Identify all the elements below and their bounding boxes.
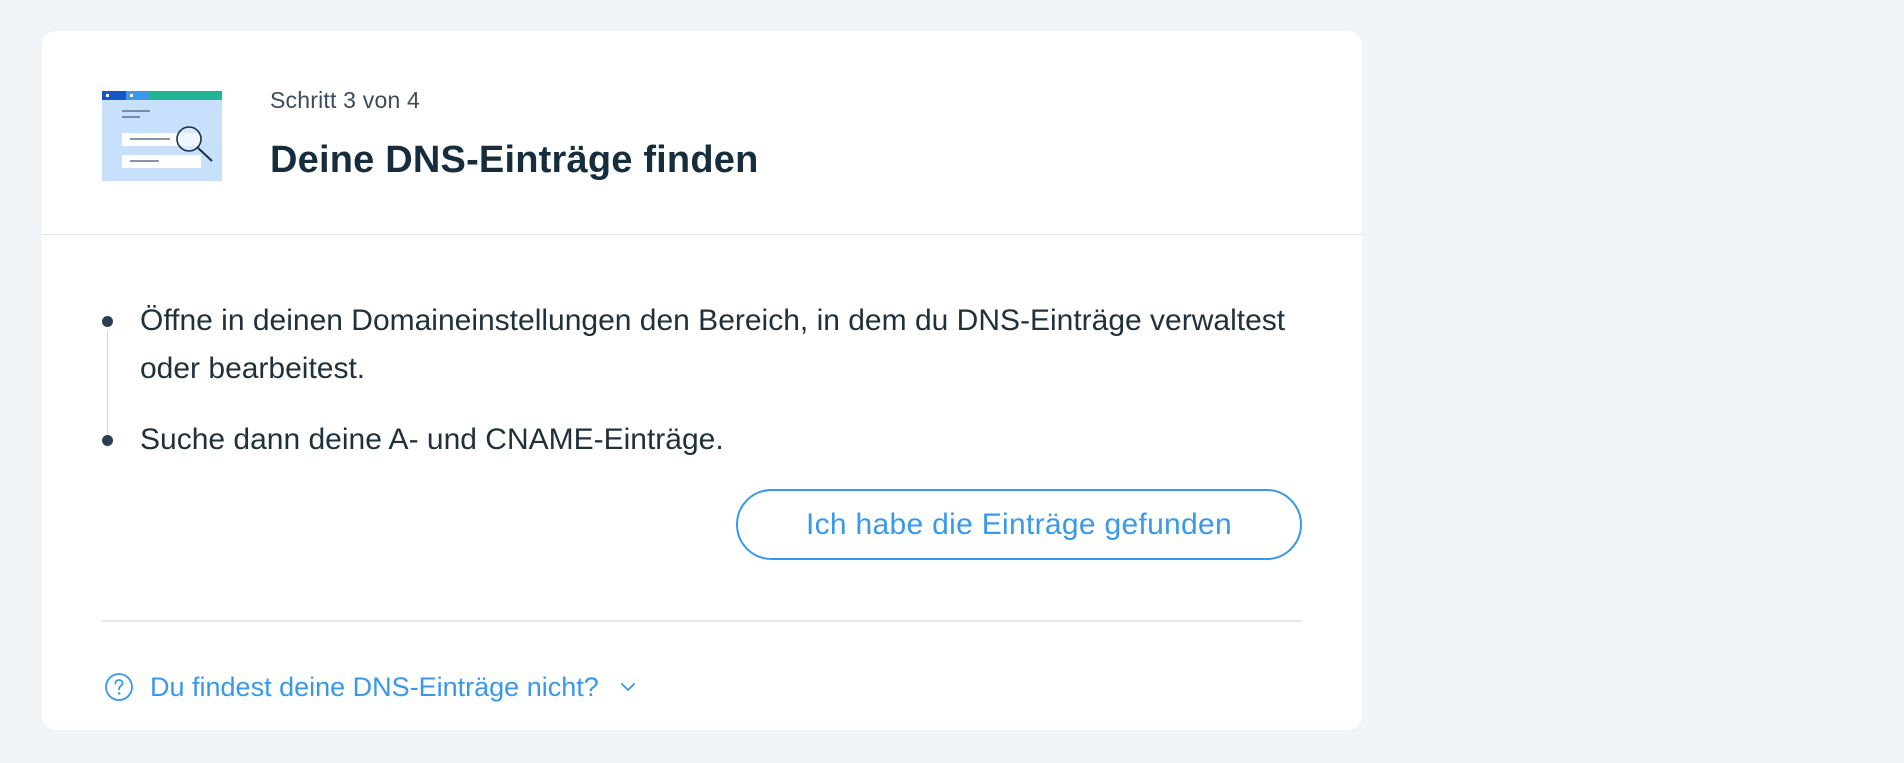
help-link-text[interactable]: Du findest deine DNS-Einträge nicht? [150,672,599,703]
instruction-text: Suche dann deine A- und CNAME-Einträge. [140,423,724,456]
chevron-down-icon[interactable] [619,681,637,693]
bullet-icon [102,435,113,446]
instruction-text: Öffne in deinen Domaineinstellungen den … [140,304,1286,385]
step-progress-label: Schritt 3 von 4 [270,87,421,113]
instruction-item: Suche dann deine A- und CNAME-Einträge. [102,416,1300,464]
records-found-button[interactable]: Ich habe die Einträge gefunden [736,489,1302,560]
card-header: Schritt 3 von 4 Deine DNS-Einträge finde… [42,31,1362,235]
step-card: Schritt 3 von 4 Deine DNS-Einträge finde… [42,31,1362,730]
step-title: Deine DNS-Einträge finden [270,139,759,181]
instruction-item: Öffne in deinen Domaineinstellungen den … [102,297,1300,393]
instructions-list: Öffne in deinen Domaineinstellungen den … [102,297,1302,464]
bullet-icon [102,316,113,327]
question-circle-icon [105,673,133,701]
browser-search-illustration-icon [102,91,222,181]
divider [102,620,1302,622]
help-expander[interactable]: Du findest deine DNS-Einträge nicht? [104,669,637,705]
